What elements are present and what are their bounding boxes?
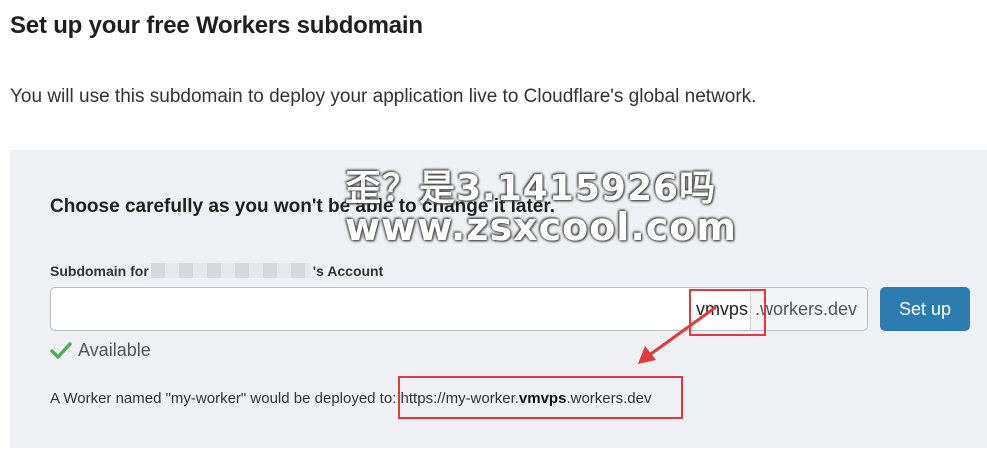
workers-dev-suffix: .workers.dev: [749, 288, 867, 330]
status-text: Available: [78, 340, 151, 360]
check-icon: [50, 341, 72, 360]
redacted-account-name: [150, 263, 311, 278]
url-highlight-box: [398, 376, 683, 419]
subdomain-field-label: Subdomain for 's Account: [50, 263, 383, 279]
availability-status: Available: [50, 340, 151, 361]
warning-text: Choose carefully as you won't be able to…: [50, 196, 555, 217]
page-title: Set up your free Workers subdomain: [10, 12, 423, 39]
field-label-prefix: Subdomain for: [50, 263, 149, 279]
note-prefix: A Worker named "my-worker" would be depl…: [50, 390, 397, 407]
field-label-suffix: 's Account: [312, 263, 384, 279]
subdomain-input[interactable]: [51, 288, 750, 330]
setup-button[interactable]: Set up: [880, 287, 970, 331]
page-subtitle: You will use this subdomain to deploy yo…: [10, 86, 757, 107]
subdomain-highlight-box: [689, 289, 766, 336]
